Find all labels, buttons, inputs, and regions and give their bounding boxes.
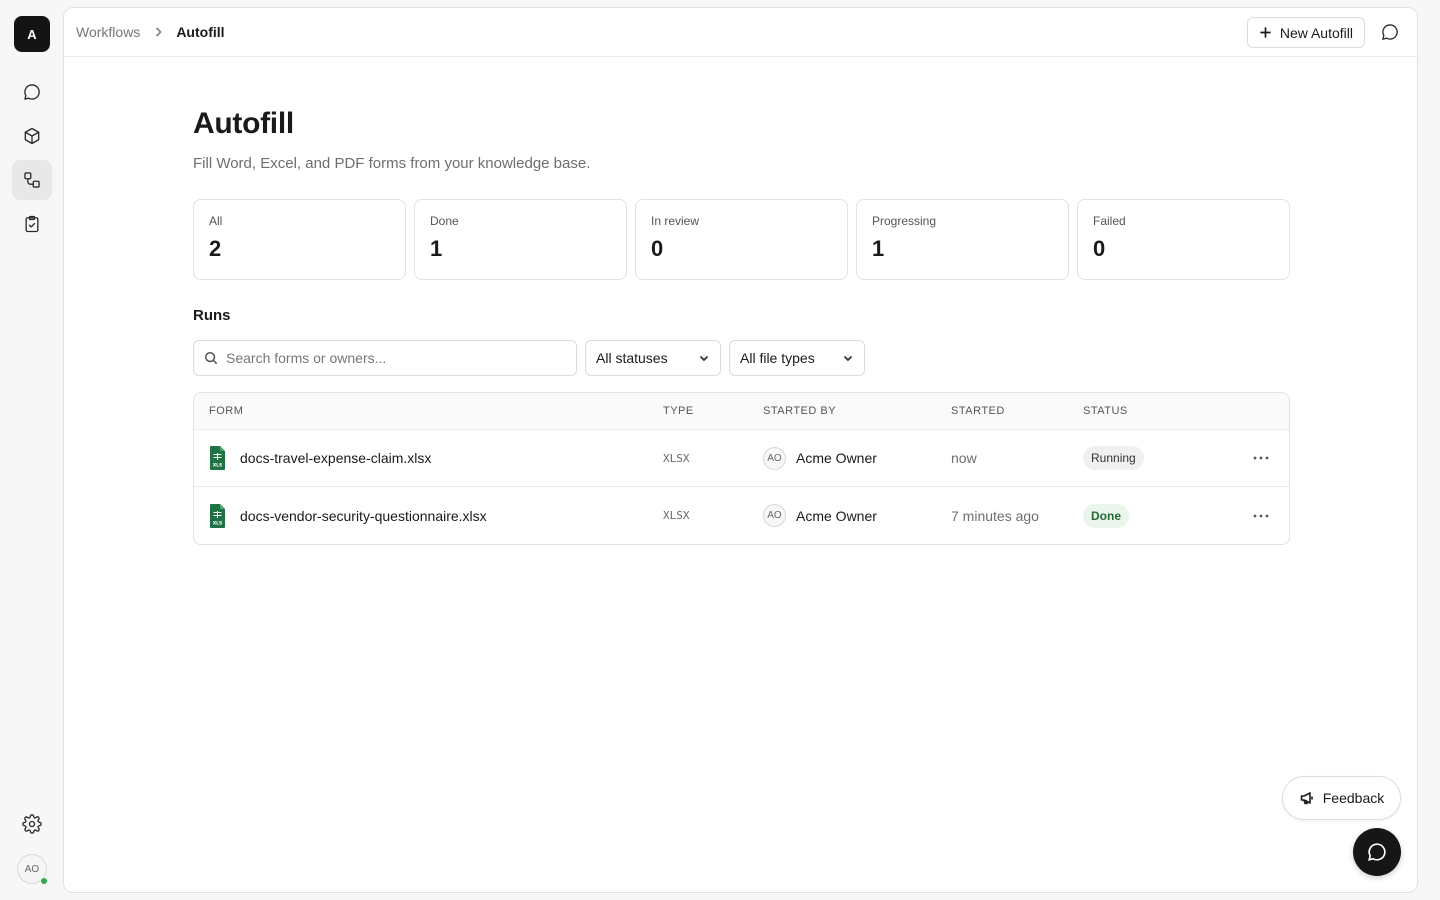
type-cell: XLSX: [663, 509, 690, 522]
status-filter-value: All statuses: [596, 350, 668, 366]
workspace-switcher[interactable]: A: [14, 16, 50, 52]
column-header-status[interactable]: STATUS: [1083, 393, 1128, 429]
stat-card-all[interactable]: All 2: [193, 199, 406, 280]
megaphone-icon: [1300, 792, 1313, 805]
started-by-cell: AO Acme Owner: [763, 487, 877, 544]
stat-label: Failed: [1093, 214, 1126, 228]
form-cell: XLS docs-vendor-security-questionnaire.x…: [209, 487, 487, 544]
feedback-button[interactable]: Feedback: [1282, 776, 1401, 820]
breadcrumb: Workflows Autofill: [76, 24, 225, 40]
svg-text:XLS: XLS: [213, 463, 223, 469]
sidebar-item-chat[interactable]: [12, 72, 52, 112]
runs-section-title: Runs: [193, 307, 231, 324]
ellipsis-icon: [1253, 514, 1269, 517]
chevron-right-icon: [152, 26, 164, 38]
column-header-started[interactable]: STARTED: [951, 393, 1005, 429]
started-cell: 7 minutes ago: [951, 507, 1039, 524]
stat-label: Done: [430, 214, 459, 228]
started-cell: now: [951, 450, 977, 466]
sidebar-item-knowledge[interactable]: [12, 116, 52, 156]
status-cell: Running: [1083, 430, 1144, 486]
form-name[interactable]: docs-travel-expense-claim.xlsx: [240, 450, 431, 466]
stat-card-progressing[interactable]: Progressing 1: [856, 199, 1069, 280]
clipboard-check-icon: [25, 215, 39, 233]
stat-label: Progressing: [872, 214, 937, 228]
ellipsis-icon: [1253, 456, 1269, 460]
status-badge: Running: [1083, 446, 1144, 470]
stat-card-failed[interactable]: Failed 0: [1077, 199, 1290, 280]
excel-file-icon: XLS: [210, 446, 225, 470]
workflow-icon: [24, 172, 40, 188]
stat-value: 1: [430, 236, 443, 261]
stat-card-in-review[interactable]: In review 0: [635, 199, 848, 280]
search-input[interactable]: [226, 350, 556, 366]
page-subtitle: Fill Word, Excel, and PDF forms from you…: [193, 155, 591, 172]
started-by-cell: AO Acme Owner: [763, 430, 877, 486]
stat-value: 1: [872, 236, 885, 261]
owner-name: Acme Owner: [796, 507, 877, 524]
feedback-label: Feedback: [1322, 790, 1385, 806]
page-content: Autofill Fill Word, Excel, and PDF forms…: [193, 57, 1290, 545]
column-header-form[interactable]: FORM: [209, 393, 243, 429]
cube-icon: [24, 127, 40, 145]
stat-card-done[interactable]: Done 1: [414, 199, 627, 280]
runs-table: FORM TYPE STARTED BY STARTED STATUS XLS …: [193, 392, 1290, 545]
gear-icon: [22, 814, 42, 834]
svg-text:XLS: XLS: [213, 520, 223, 526]
stat-value: 2: [209, 236, 222, 261]
status-badge: Done: [1083, 503, 1129, 528]
filters-bar: All statuses All file types: [193, 340, 1290, 376]
table-row[interactable]: XLS docs-travel-expense-claim.xlsx XLSX …: [194, 430, 1289, 487]
owner-avatar: AO: [763, 446, 786, 470]
stat-value: 0: [1093, 236, 1106, 261]
chat-bubble-icon: [24, 84, 40, 100]
user-avatar[interactable]: AO: [17, 854, 48, 885]
status-filter-select[interactable]: All statuses: [585, 340, 721, 376]
chat-bubble-icon: [1381, 24, 1398, 41]
table-header: FORM TYPE STARTED BY STARTED STATUS: [194, 393, 1289, 430]
more-actions-button[interactable]: [1244, 444, 1278, 472]
breadcrumb-workflows-link[interactable]: Workflows: [76, 24, 140, 40]
row-actions: [1244, 430, 1278, 486]
owner-name: Acme Owner: [796, 450, 877, 466]
search-icon: [204, 351, 218, 365]
file-type-filter-value: All file types: [740, 350, 815, 366]
search-box: [193, 340, 577, 376]
status-cell: Done: [1083, 487, 1129, 544]
more-actions-button[interactable]: [1244, 502, 1278, 530]
row-actions: [1244, 487, 1278, 544]
sidebar: A AO: [0, 0, 64, 900]
file-type-filter-select[interactable]: All file types: [729, 340, 865, 376]
form-name[interactable]: docs-vendor-security-questionnaire.xlsx: [240, 508, 487, 524]
chat-bubble-icon: [1368, 843, 1386, 861]
column-header-started-by[interactable]: STARTED BY: [763, 393, 836, 429]
main-panel: Workflows Autofill New Autofill Autofill…: [63, 7, 1418, 893]
chevron-down-icon: [843, 355, 853, 362]
breadcrumb-current: Autofill: [176, 24, 225, 40]
form-cell: XLS docs-travel-expense-claim.xlsx: [209, 430, 431, 486]
sidebar-item-workflows[interactable]: [12, 160, 52, 200]
owner-avatar: AO: [763, 504, 786, 527]
excel-file-icon: XLS: [210, 503, 225, 528]
sidebar-item-tasks[interactable]: [12, 204, 52, 244]
new-autofill-label: New Autofill: [1279, 24, 1353, 41]
plus-icon: [1260, 27, 1271, 38]
page-title: Autofill: [193, 107, 294, 140]
stat-value: 0: [651, 236, 664, 261]
user-initials: AO: [24, 863, 40, 875]
table-row[interactable]: XLS docs-vendor-security-questionnaire.x…: [194, 487, 1289, 544]
stats-row: All 2 Done 1 In review 0 Progressing 1 F…: [193, 199, 1290, 280]
settings-button[interactable]: [14, 806, 50, 842]
assistant-chat-button[interactable]: [1379, 21, 1401, 43]
new-autofill-button[interactable]: New Autofill: [1246, 17, 1365, 48]
sidebar-bottom: AO: [0, 806, 64, 885]
chevron-down-icon: [699, 355, 709, 362]
type-cell: XLSX: [663, 451, 690, 465]
support-chat-button[interactable]: [1353, 828, 1401, 876]
column-header-type[interactable]: TYPE: [663, 393, 694, 429]
stat-label: All: [209, 214, 223, 228]
online-status-dot: [40, 877, 48, 885]
stat-label: In review: [651, 214, 700, 228]
top-bar: Workflows Autofill New Autofill: [64, 8, 1417, 57]
